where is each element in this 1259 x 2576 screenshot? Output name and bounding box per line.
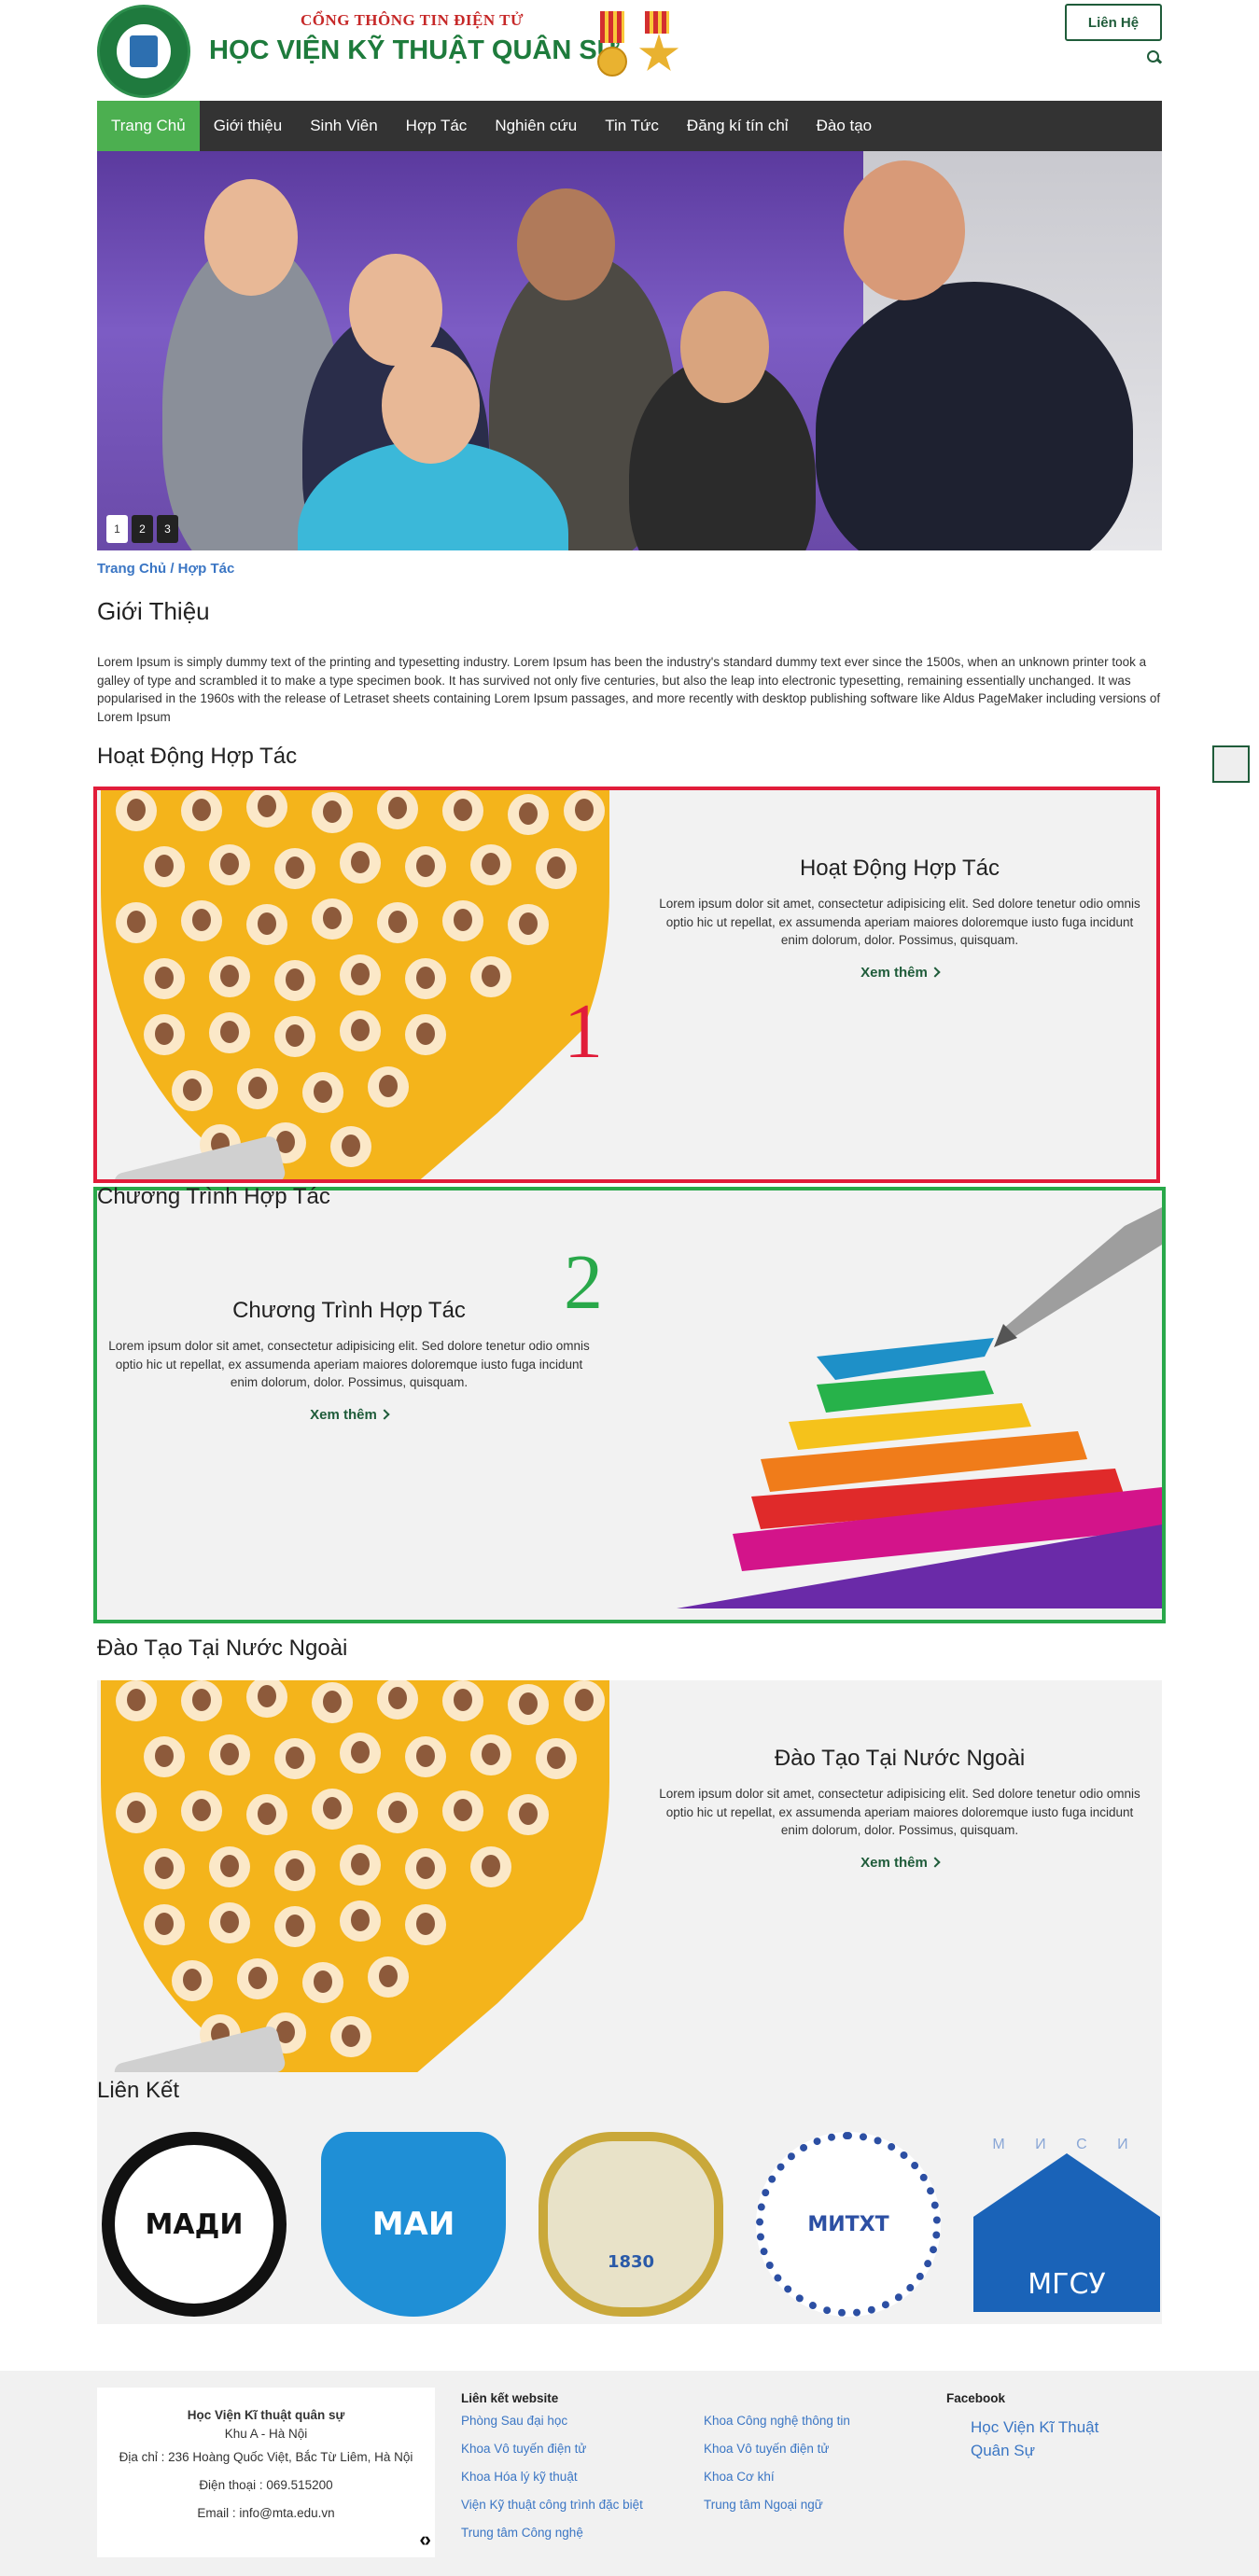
cooperation-activities-panel: 1 Hoạt Động Hợp Tác Lorem ipsum dolor si… [93, 787, 1160, 1183]
footer-link[interactable]: Khoa Công nghệ thông tin [704, 2414, 850, 2428]
facebook-page-link[interactable]: Học Viện Kĩ Thuật Quân Sự [971, 2416, 1120, 2462]
partner-logo-text: МИТХТ [807, 2212, 889, 2236]
hero-slider[interactable]: 1 2 3 [97, 151, 1162, 550]
partner-logo-madi[interactable]: МАДИ [97, 2126, 291, 2322]
medal-order-icon [594, 11, 631, 90]
site-header: CỔNG THÔNG TIN ĐIỆN TỬ HỌC VIỆN KỸ THUẬT… [97, 0, 1162, 101]
nav-item-training[interactable]: Đào tạo [803, 101, 887, 151]
footer-address: Địa chỉ : 236 Hoàng Quốc Việt, Bắc Từ Li… [119, 2450, 413, 2464]
annotation-number: 2 [564, 1239, 603, 1326]
hero-face [204, 179, 298, 296]
panel-content: Hoạt Động Hợp Tác Lorem ipsum dolor sit … [657, 856, 1142, 982]
partner-logo-mgsu[interactable]: М И С И МГСУ [970, 2126, 1164, 2322]
intro-heading: Giới Thiệu [97, 597, 210, 625]
site-footer: Học Viện Kĩ thuật quân sự Khu A - Hà Nội… [0, 2371, 1259, 2576]
breadcrumb[interactable]: Trang Chủ / Hợp Tác [97, 561, 1162, 577]
panel-body: Lorem ipsum dolor sit amet, consectetur … [108, 1339, 590, 1389]
section-heading: Hoạt Động Hợp Tác [97, 744, 298, 769]
panel-content: Chương Trình Hợp Tác Lorem ipsum dolor s… [106, 1298, 592, 1424]
slider-pagination: 1 2 3 [106, 515, 178, 543]
footer-link[interactable]: Trung tâm Ngoại ngữ [704, 2498, 823, 2512]
partner-logo-text: МАДИ [145, 2207, 244, 2241]
nav-item-credit-registration[interactable]: Đăng kí tín chỉ [673, 101, 803, 151]
footer-link[interactable]: Khoa Vô tuyến điện tử [704, 2442, 829, 2456]
partner-logo-text: М И С И [992, 2137, 1141, 2152]
partner-logo-1830[interactable]: 1830 [534, 2126, 728, 2322]
chevron-right-icon [379, 1408, 390, 1420]
nav-item-news[interactable]: Tin Tức [591, 101, 673, 151]
slide-dot[interactable]: 1 [106, 515, 128, 543]
chevron-right-icon [930, 1856, 941, 1868]
footer-phone: Điện thoại : 069.515200 [199, 2478, 333, 2492]
partners-section: Liên Kết МАДИ МАИ 1830 МИТХТ М И С И МГС… [97, 2072, 1162, 2324]
academy-logo[interactable] [97, 5, 190, 98]
section-heading: Chương Trình Hợp Tác [97, 1184, 330, 1209]
footer-link[interactable]: Phòng Sau đại học [461, 2414, 567, 2428]
hero-face [844, 160, 965, 300]
footer-org-area: Khu A - Hà Nội [224, 2427, 308, 2441]
nav-item-students[interactable]: Sinh Viên [296, 101, 391, 151]
panel-body: Lorem ipsum dolor sit amet, consectetur … [659, 897, 1140, 947]
footer-links-title: Liên kết website [461, 2391, 559, 2405]
lightbulb-people-illustration [97, 1680, 620, 2072]
panel-body: Lorem ipsum dolor sit amet, consectetur … [659, 1787, 1140, 1837]
read-more-link[interactable]: Xem thêm [310, 1407, 390, 1423]
footer-link[interactable]: Khoa Cơ khí [704, 2470, 775, 2484]
medal-star-icon [638, 11, 679, 90]
panel-title: Hoạt Động Hợp Tác [799, 856, 1000, 881]
annotation-number: 1 [564, 988, 603, 1075]
hero-face [382, 347, 480, 464]
contact-button[interactable]: Liên Hệ [1065, 4, 1162, 41]
partner-logo-text: МАИ [371, 2206, 455, 2243]
lightbulb-people-illustration [97, 790, 620, 1179]
partner-logo-text: 1830 [607, 2251, 655, 2272]
footer-org-name: Học Viện Kĩ thuật quân sự [187, 2408, 345, 2422]
site-subtitle: CỔNG THÔNG TIN ĐIỆN TỬ [301, 11, 524, 29]
footer-facebook-title: Facebook [946, 2391, 1006, 2405]
nav-item-research[interactable]: Nghiên cứu [481, 101, 591, 151]
footer-link[interactable]: Khoa Hóa lý kỹ thuật [461, 2470, 578, 2484]
colored-ribbon-illustration [677, 1207, 1162, 1608]
section-heading: Đào Tạo Tại Nước Ngoài [97, 1636, 348, 1661]
section-heading: Liên Kết [97, 2078, 180, 2103]
main-nav: Trang Chủ Giới thiệu Sinh Viên Hợp Tác N… [97, 101, 1162, 151]
intro-text: Lorem Ipsum is simply dummy text of the … [97, 655, 1161, 724]
chevron-right-icon [930, 966, 941, 978]
search-icon[interactable] [1147, 50, 1162, 65]
partner-logo-mai[interactable]: МАИ [316, 2126, 511, 2322]
nav-item-about[interactable]: Giới thiệu [200, 101, 297, 151]
carousel-arrows-icon[interactable]: ‹› [419, 2526, 431, 2554]
footer-link[interactable]: Trung tâm Công nghệ [461, 2526, 583, 2540]
footer-link[interactable]: Viện Kỹ thuật công trình đặc biệt [461, 2498, 643, 2512]
read-more-link[interactable]: Xem thêm [860, 1855, 941, 1871]
partner-logo-text: МГСУ [1028, 2268, 1106, 2301]
study-abroad-panel: Đào Tạo Tại Nước Ngoài Lorem ipsum dolor… [97, 1680, 1162, 2072]
read-more-link[interactable]: Xem thêm [860, 965, 941, 981]
footer-contact-card: Học Viện Kĩ thuật quân sự Khu A - Hà Nội… [97, 2388, 435, 2557]
nav-item-home[interactable]: Trang Chủ [97, 101, 200, 151]
slide-dot[interactable]: 2 [132, 515, 153, 543]
panel-title: Chương Trình Hợp Tác [232, 1298, 466, 1323]
nav-item-cooperation[interactable]: Hợp Tác [392, 101, 482, 151]
cooperation-programs-panel: Chương Trình Hợp Tác Lorem ipsum dolor s… [93, 1187, 1166, 1623]
floating-widget-button[interactable] [1212, 745, 1250, 783]
partner-logo-mitht[interactable]: МИТХТ [751, 2126, 945, 2322]
footer-link[interactable]: Khoa Vô tuyến điện tử [461, 2442, 586, 2456]
site-title[interactable]: HỌC VIỆN KỸ THUẬT QUÂN SỰ [209, 35, 620, 66]
footer-email: Email : info@mta.edu.vn [197, 2506, 335, 2520]
hero-face [680, 291, 769, 403]
panel-content: Đào Tạo Tại Nước Ngoài Lorem ipsum dolor… [657, 1746, 1142, 1872]
slide-dot[interactable]: 3 [157, 515, 178, 543]
panel-title: Đào Tạo Tại Nước Ngoài [774, 1746, 1026, 1771]
hero-face [517, 188, 615, 300]
